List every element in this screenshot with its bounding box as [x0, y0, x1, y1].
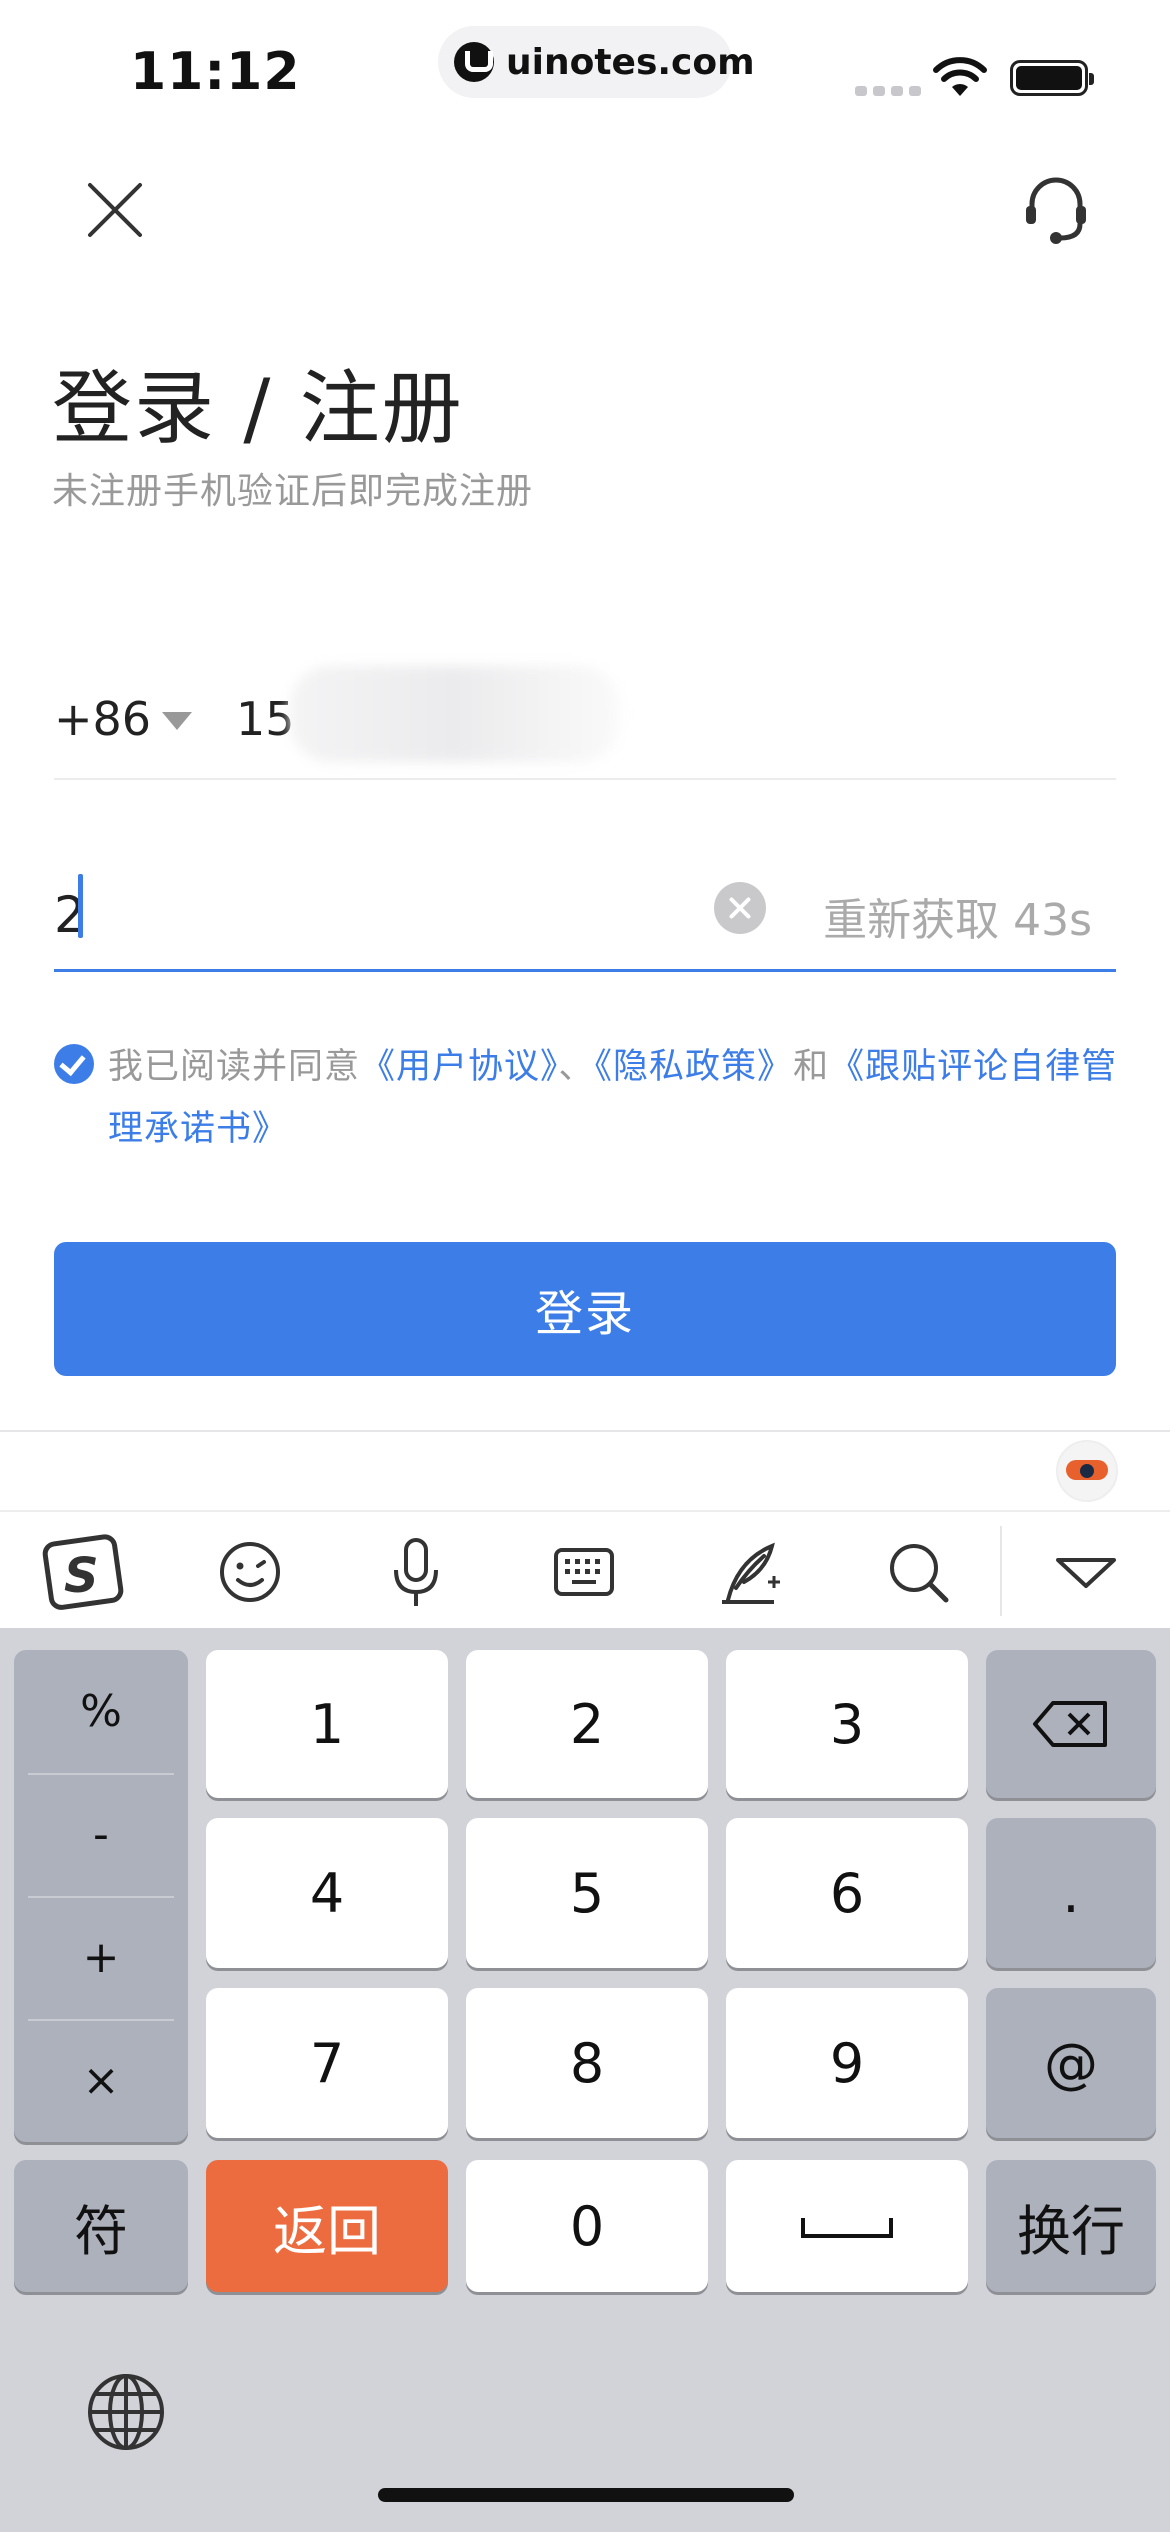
phone-row: +86 15 — [54, 660, 1116, 780]
emoji-icon[interactable] — [208, 1530, 292, 1614]
numeric-keyboard: % - + × 1 2 3 4 5 6 . 7 8 9 @ 符 返回 0 换行 — [0, 1628, 1170, 2532]
key-minus[interactable]: - — [14, 1773, 188, 1896]
phone-number-redacted — [290, 666, 620, 762]
page-title: 登录 / 注册 — [52, 362, 464, 455]
cellular-signal-icon — [855, 86, 921, 96]
toolbar-divider — [1000, 1526, 1002, 1616]
home-indicator — [378, 2488, 794, 2502]
collapse-icon[interactable] — [1044, 1530, 1128, 1614]
key-5[interactable]: 5 — [466, 1818, 708, 1968]
agreement-prefix: 我已阅读并同意 — [108, 1047, 361, 1087]
sogou-logo-icon[interactable]: S — [42, 1530, 126, 1614]
country-code-selector[interactable]: +86 — [54, 692, 151, 746]
globe-icon[interactable] — [84, 2370, 168, 2454]
symbol-column: % - + × — [14, 1650, 188, 2142]
agreement-separator: 、 — [558, 1047, 595, 1087]
keyboard-separator — [0, 1430, 1170, 1432]
key-8[interactable]: 8 — [466, 1988, 708, 2138]
key-percent[interactable]: % — [14, 1650, 188, 1773]
headset-icon[interactable] — [1016, 168, 1096, 248]
login-button[interactable]: 登录 — [54, 1242, 1116, 1376]
site-logo-icon — [454, 42, 494, 82]
phone-number-field[interactable]: 15 — [236, 692, 295, 746]
key-6[interactable]: 6 — [726, 1818, 968, 1968]
symbols-key[interactable]: 符 — [14, 2160, 188, 2292]
status-bar: 11:12 uinotes.com — [0, 0, 1170, 140]
clear-icon[interactable] — [714, 882, 766, 934]
microphone-icon[interactable] — [374, 1530, 458, 1614]
key-2[interactable]: 2 — [466, 1650, 708, 1798]
key-dot[interactable]: . — [986, 1818, 1156, 1968]
key-4[interactable]: 4 — [206, 1818, 448, 1968]
key-multiply[interactable]: × — [14, 2019, 188, 2142]
code-row: 重新获取 43s — [54, 860, 1116, 972]
quill-icon[interactable] — [708, 1530, 792, 1614]
back-key[interactable]: 返回 — [206, 2160, 448, 2292]
status-time: 11:12 — [130, 42, 301, 102]
agreement-text: 我已阅读并同意《用户协议》、《隐私政策》和《跟贴评论自律管理承诺书》 — [108, 1036, 1118, 1160]
privacy-policy-link[interactable]: 《隐私政策》 — [595, 1047, 794, 1087]
user-agreement-link[interactable]: 《用户协议》 — [360, 1047, 559, 1087]
enter-key[interactable]: 换行 — [986, 2160, 1156, 2292]
caret-down-icon[interactable] — [162, 712, 192, 730]
resend-code-button[interactable]: 重新获取 43s — [823, 884, 1092, 948]
text-caret — [78, 874, 83, 938]
page-subtitle: 未注册手机验证后即完成注册 — [52, 471, 534, 512]
agreement-checkbox[interactable] — [54, 1044, 94, 1084]
url-pill[interactable]: uinotes.com — [438, 26, 755, 98]
space-icon — [801, 2218, 893, 2238]
battery-icon — [1010, 60, 1094, 96]
verification-code-input[interactable] — [54, 880, 654, 950]
key-plus[interactable]: + — [14, 1896, 188, 2019]
wifi-icon — [933, 57, 987, 96]
key-1[interactable]: 1 — [206, 1650, 448, 1798]
agreement-and: 和 — [793, 1047, 830, 1087]
search-icon[interactable] — [876, 1530, 960, 1614]
keyboard-toolbar: S — [0, 1510, 1170, 1628]
backspace-icon — [1033, 1701, 1107, 1747]
key-at[interactable]: @ — [986, 1988, 1156, 2138]
key-0[interactable]: 0 — [466, 2160, 708, 2292]
svg-text:S: S — [64, 1548, 99, 1604]
close-icon[interactable] — [80, 175, 150, 245]
key-9[interactable]: 9 — [726, 1988, 968, 2138]
key-7[interactable]: 7 — [206, 1988, 448, 2138]
space-key[interactable] — [726, 2160, 968, 2292]
mascot-icon[interactable] — [1056, 1440, 1118, 1502]
url-text: uinotes.com — [506, 41, 755, 83]
keyboard-icon[interactable] — [542, 1530, 626, 1614]
key-3[interactable]: 3 — [726, 1650, 968, 1798]
backspace-key[interactable] — [986, 1650, 1156, 1798]
